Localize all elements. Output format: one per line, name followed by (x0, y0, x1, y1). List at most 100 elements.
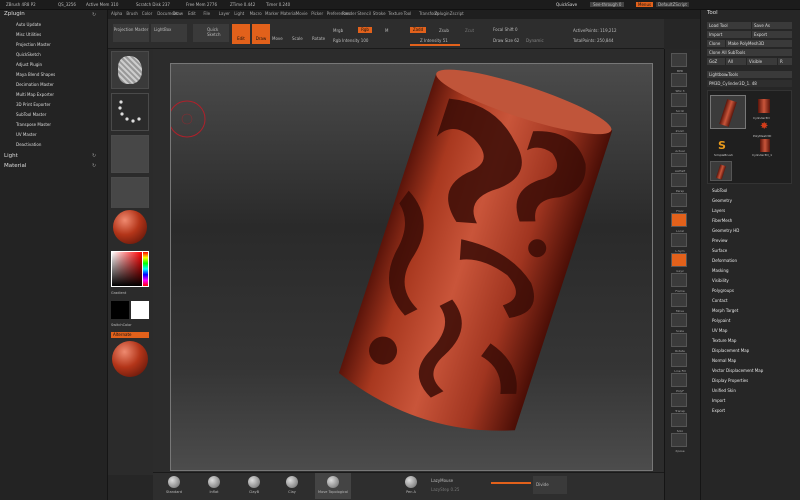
tool-thumb-small[interactable] (710, 161, 732, 181)
brush-move-topological[interactable]: Move Topological (315, 473, 351, 499)
zplugin-item[interactable]: Misc Utilities (16, 32, 41, 37)
menu-movie[interactable]: Movie (296, 11, 308, 16)
quicksave-button[interactable]: QuickSave (556, 2, 577, 7)
export-button[interactable]: Export (752, 31, 792, 38)
tool-section-texture-map[interactable]: Texture Map (712, 338, 736, 343)
shelf-button-scroll[interactable]: Scroll (671, 93, 687, 113)
main-color-swatch[interactable] (111, 301, 129, 319)
zplugin-header[interactable]: Zplugin (4, 11, 25, 17)
shelf-button-zoom[interactable]: Zoom (671, 113, 687, 133)
tool-section-export[interactable]: Export (712, 408, 725, 413)
lightbox-button[interactable]: LightBox (151, 24, 187, 42)
menu-zplugin[interactable]: Zplugin (434, 11, 449, 16)
zsub-button[interactable]: Zsub (439, 28, 449, 33)
tool-section-masking[interactable]: Masking (712, 268, 729, 273)
menu-brush[interactable]: Brush (126, 11, 138, 16)
lazy-step-slider[interactable]: LazyStep 0.25 (431, 487, 459, 492)
texture-thumbnail[interactable] (111, 135, 149, 173)
tool-section-surface[interactable]: Surface (712, 248, 727, 253)
alternate-button[interactable]: Alternate (111, 332, 149, 338)
shelf-button-line-fill[interactable]: Line Fill (671, 353, 687, 373)
menu-color[interactable]: Color (142, 11, 152, 16)
zplugin-item[interactable]: Maya Blend Shapes (16, 72, 55, 77)
clone-button[interactable]: Clone (707, 40, 725, 47)
divide-button[interactable]: Divide (533, 476, 567, 494)
document-canvas[interactable] (168, 63, 653, 471)
current-tool-slider[interactable]: PM3D_Cylinder3D_1. 48 (707, 80, 792, 87)
tool-section-import[interactable]: Import (712, 398, 725, 403)
tool-section-preview[interactable]: Preview (712, 238, 728, 243)
menu-layer[interactable]: Layer (219, 11, 230, 16)
menu-zscript[interactable]: Zscript (450, 11, 464, 16)
shelf-button-aahalf[interactable]: AAHalf (671, 153, 687, 173)
zplugin-item[interactable]: Deactivation (16, 142, 41, 147)
z-intensity-slider[interactable]: Z Intensity 51 (420, 38, 448, 43)
shelf-button-solo[interactable]: Solo (671, 413, 687, 433)
scale-button[interactable]: Scale (292, 36, 303, 41)
save-as-button[interactable]: Save As (752, 22, 792, 29)
zcut-button[interactable]: Zcut (465, 28, 474, 33)
quick-sketch-button[interactable]: Quick Sketch (193, 24, 229, 42)
tool-section-geometry-hd[interactable]: Geometry HD (712, 228, 739, 233)
tool-section-polygroups[interactable]: Polygroups (712, 288, 734, 293)
refresh-icon[interactable]: ↻ (92, 163, 96, 169)
tool-thumb-cylinder-1[interactable] (760, 139, 770, 152)
shelf-button-transp[interactable]: Transp (671, 393, 687, 413)
menu-stencil[interactable]: Stencil (357, 11, 371, 16)
stroke-thumbnail[interactable] (111, 93, 149, 131)
default-script-button[interactable]: DefaultZScript (656, 2, 689, 7)
zplugin-item[interactable]: Transpose Master (16, 122, 51, 127)
see-through-slider[interactable]: See-through 0 (590, 2, 625, 7)
lazy-mouse-button[interactable]: LazyMouse (431, 478, 453, 483)
brush-inflat[interactable]: Inflat (203, 473, 225, 499)
draw-size-slider[interactable]: Draw Size 62 (493, 38, 519, 43)
refresh-icon[interactable]: ↻ (92, 153, 96, 159)
zplugin-item[interactable]: 3D Print Exporter (16, 102, 51, 107)
zplugin-item[interactable]: Projection Master (16, 42, 51, 47)
tool-thumb-cylinder[interactable] (758, 99, 770, 113)
tool-section-contact[interactable]: Contact (712, 298, 728, 303)
shelf-button-xpose[interactable]: Xpose (671, 433, 687, 453)
r-button[interactable]: R (778, 58, 792, 65)
menu-material[interactable]: Material (280, 11, 296, 16)
import-button[interactable]: Import (707, 31, 751, 38)
material-header[interactable]: Material (4, 163, 26, 169)
refresh-icon[interactable]: ↻ (92, 12, 96, 18)
zplugin-item[interactable]: QuickSketch (16, 52, 41, 57)
shelf-button-l-sym[interactable]: L.Sym (671, 233, 687, 253)
tool-section-layers[interactable]: Layers (712, 208, 725, 213)
menu-file[interactable]: File (203, 11, 210, 16)
zplugin-item[interactable]: Auto Update (16, 22, 41, 27)
zplugin-item[interactable]: Adjust Plugin (16, 62, 42, 67)
shelf-button-bpr[interactable]: BPR (671, 53, 687, 73)
shelf-button-frame[interactable]: Frame (671, 273, 687, 293)
tool-section-subtool[interactable]: SubTool (712, 188, 727, 193)
material-thumbnail[interactable] (111, 208, 149, 246)
brush-clayb[interactable]: ClayB (243, 473, 265, 499)
secondary-color-swatch[interactable] (131, 301, 149, 319)
dynamic-button[interactable]: Dynamic (526, 38, 544, 43)
shelf-button-persp[interactable]: Persp (671, 173, 687, 193)
menus-button[interactable]: Menus (636, 2, 654, 7)
rgb-button[interactable]: Rgb (358, 27, 372, 33)
menu-texture[interactable]: Texture (388, 11, 403, 16)
star-icon[interactable]: ✸ (760, 121, 768, 132)
tool-section-geometry[interactable]: Geometry (712, 198, 732, 203)
menu-alpha[interactable]: Alpha (111, 11, 122, 16)
m-button[interactable]: M (385, 28, 388, 33)
menu-edit[interactable]: Edit (188, 11, 196, 16)
menu-macro[interactable]: Macro (250, 11, 262, 16)
shelf-button-rotate[interactable]: Rotate (671, 333, 687, 353)
simplebrush-icon[interactable]: S (718, 139, 726, 152)
tool-section-unified-skin[interactable]: Unified Skin (712, 388, 736, 393)
tool-section-vector-displacement-map[interactable]: Vector Displacement Map (712, 368, 763, 373)
zplugin-item[interactable]: UV Master (16, 132, 37, 137)
shelf-button-move[interactable]: Move (671, 293, 687, 313)
tool-section-morph-target[interactable]: Morph Target (712, 308, 738, 313)
color-picker[interactable] (111, 251, 149, 287)
projection-master-button[interactable]: Projection Master (113, 24, 149, 42)
zplugin-item[interactable]: Decimation Master (16, 82, 54, 87)
mrgb-button[interactable]: Mrgb (333, 28, 343, 33)
lightbox-tools-button[interactable]: Lightbox▸Tools (707, 71, 792, 78)
shelf-button-actual[interactable]: Actual (671, 133, 687, 153)
